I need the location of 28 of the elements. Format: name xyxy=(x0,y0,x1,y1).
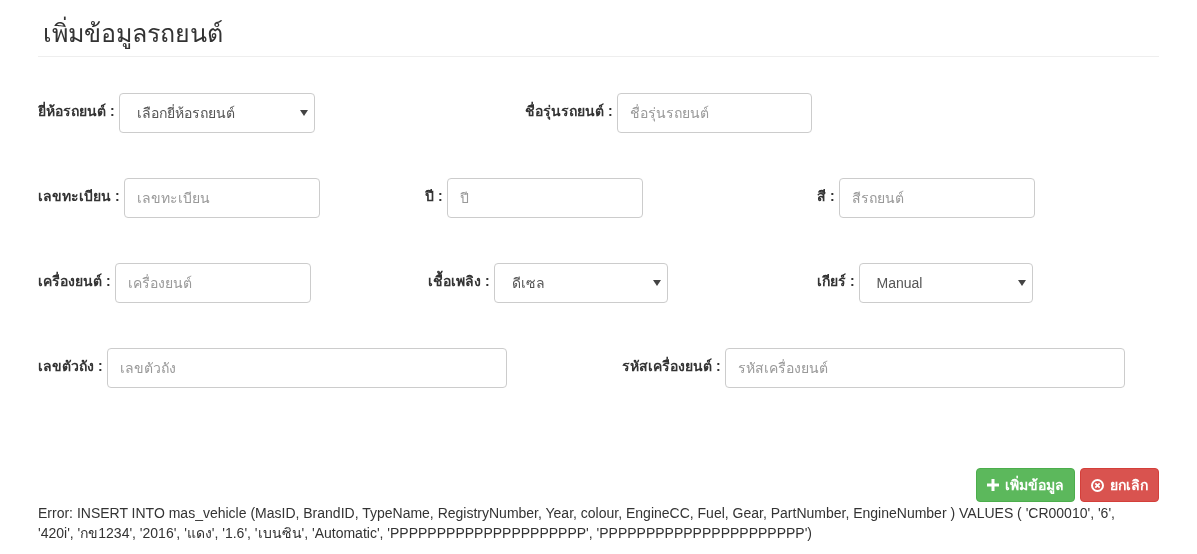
caret-icon xyxy=(299,110,308,116)
field-label: เชื้อเพลิง : xyxy=(428,263,490,292)
input-field[interactable]: เลขตัวถัง xyxy=(106,348,507,388)
field-label: เกียร์ : xyxy=(817,272,855,291)
close-icon xyxy=(1091,478,1104,492)
field-label: ปี : xyxy=(425,187,443,206)
dropdown[interactable]: Manual xyxy=(858,263,1033,303)
caret-icon xyxy=(1017,280,1026,286)
field-label: ชื่อรุ่นรถยนต์ : xyxy=(525,100,613,122)
input-field[interactable]: ปี xyxy=(446,178,643,218)
input-field[interactable]: เครื่องยนต์ xyxy=(114,263,311,303)
dropdown[interactable]: เลือกยี่ห้อรถยนต์ xyxy=(118,93,315,133)
field-label: ยี่ห้อรถยนต์ : xyxy=(38,100,115,121)
input-field[interactable]: ชื่อรุ่นรถยนต์ xyxy=(616,93,812,133)
input-field[interactable]: สีรถยนต์ xyxy=(838,178,1035,218)
input-field[interactable]: เลขทะเบียน xyxy=(123,178,320,218)
error-message: Error: INSERT INTO mas_vehicle (MasID, BrandID, TypeName, RegistryNumber, Year, colour, EngineCC, Fuel, Gear, PartNumber, EngineNumber ) VALUES ( 'CR00010', '6', '420i', 'กข1234', '2016', 'แดง', '1.6', 'เบนซิน', 'Automatic', 'PPPPPPPPPPPPPPPPPPPPP', 'PPPPPPPPPPPPPPPPPPPPPP') xyxy=(38,504,1116,543)
plus-icon xyxy=(987,479,999,491)
field-label: เครื่องยนต์ : xyxy=(38,270,111,291)
field-label: เลขทะเบียน : xyxy=(38,187,120,206)
cancel-button[interactable]: ยกเลิก xyxy=(1080,468,1159,502)
field-label: เลขตัวถัง : xyxy=(38,357,103,376)
input-field[interactable]: รหัสเครื่องยนต์ xyxy=(724,348,1125,388)
field-label: รหัสเครื่องยนต์ : xyxy=(622,355,721,376)
field-label: สี : xyxy=(817,187,835,206)
dropdown[interactable]: ดีเซล xyxy=(493,263,668,303)
caret-icon xyxy=(652,280,661,286)
page-title: เพิ่มข้อมูลรถยนต์ xyxy=(43,16,1159,50)
